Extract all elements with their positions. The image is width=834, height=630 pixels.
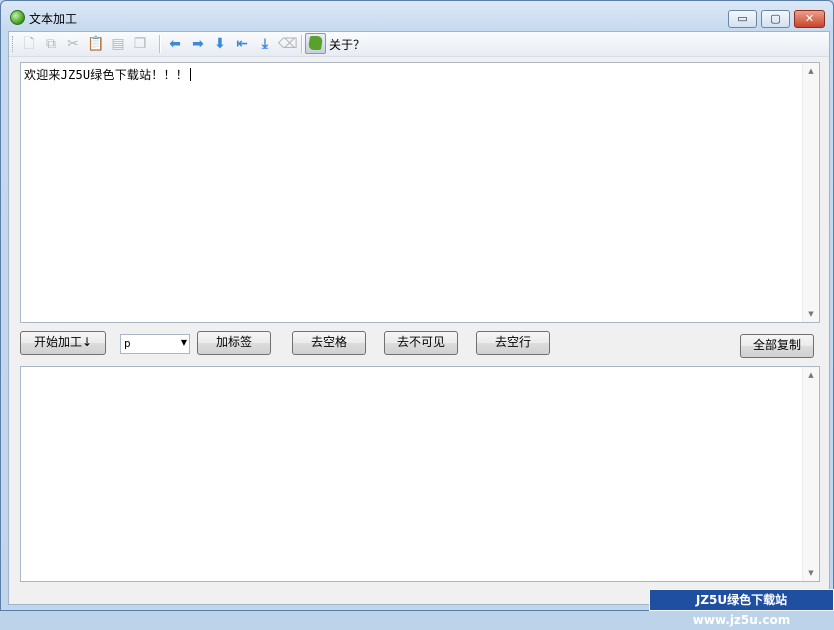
output-textarea[interactable]: ▲ ▼: [20, 366, 820, 582]
minimize-button[interactable]: ▭: [728, 10, 757, 28]
about-label: 关于？: [329, 38, 366, 52]
title-bar[interactable]: 文本加工 ▭ ▢ ✕: [1, 1, 833, 31]
start-processing-button[interactable]: 开始加工↓: [20, 331, 106, 355]
input-scrollbar[interactable]: ▲ ▼: [802, 63, 819, 322]
output-scrollbar[interactable]: ▲ ▼: [802, 367, 819, 581]
note-icon[interactable]: ▤: [109, 35, 127, 53]
input-text-line: 欢迎来JZ5U绿色下载站！！！: [24, 66, 191, 83]
arrow-down-icon[interactable]: ⬇: [211, 35, 229, 53]
remove-spaces-button[interactable]: 去空格: [292, 331, 366, 355]
copy-all-button[interactable]: 全部复制: [740, 334, 814, 358]
paste-icon[interactable]: 📋: [87, 35, 105, 53]
toolbar-separator: [301, 35, 303, 53]
scroll-down-icon[interactable]: ▼: [803, 569, 819, 577]
app-window: 文本加工 ▭ ▢ ✕ 🗋 ⧉ ✂ 📋 ▤ ❐ ⬅ ➡ ⬇ ⇤ ⤓ ⌫ 关于？ 欢迎来JZ5U绿色下载站…: [0, 0, 834, 611]
input-text: 欢迎来JZ5U绿色下载站！！！: [24, 68, 188, 82]
remove-invisible-button[interactable]: 去不可见: [384, 331, 458, 355]
window-title: 文本加工: [29, 12, 78, 26]
toolbar-grip[interactable]: [12, 36, 16, 52]
close-button[interactable]: ✕: [794, 10, 825, 28]
app-icon: [10, 10, 25, 25]
watermark-logo: JZ5U绿色下载站www.jz5u.com: [649, 589, 834, 627]
tag-select[interactable]: p ▼: [120, 334, 190, 354]
arrow-left-icon[interactable]: ⬅: [166, 35, 184, 53]
about-button[interactable]: 关于？: [305, 33, 367, 54]
cut-icon[interactable]: ✂: [64, 35, 82, 53]
client-area: 🗋 ⧉ ✂ 📋 ▤ ❐ ⬅ ➡ ⬇ ⇤ ⤓ ⌫ 关于？ 欢迎来JZ5U绿色下载站！！！ ▲ ▼ 开始加…: [8, 31, 830, 605]
add-tag-button[interactable]: 加标签: [197, 331, 271, 355]
download-icon[interactable]: ⤓: [256, 35, 274, 53]
input-textarea[interactable]: 欢迎来JZ5U绿色下载站！！！ ▲ ▼: [20, 62, 820, 323]
scroll-up-icon[interactable]: ▲: [803, 371, 819, 379]
toolbar: 🗋 ⧉ ✂ 📋 ▤ ❐ ⬅ ➡ ⬇ ⇤ ⤓ ⌫ 关于？: [9, 32, 829, 57]
copy-icon[interactable]: ⧉: [42, 35, 60, 53]
new-icon[interactable]: 🗋: [20, 35, 38, 53]
scroll-up-icon[interactable]: ▲: [803, 67, 819, 75]
arrow-right-icon[interactable]: ➡: [189, 35, 207, 53]
text-caret: [189, 68, 191, 81]
arrow-first-icon[interactable]: ⇤: [233, 35, 251, 53]
scroll-down-icon[interactable]: ▼: [803, 310, 819, 318]
dropdown-arrow-icon[interactable]: ▼: [181, 338, 187, 347]
clear-icon[interactable]: ⌫: [278, 35, 298, 53]
maximize-button[interactable]: ▢: [761, 10, 790, 28]
duplicate-icon[interactable]: ❐: [131, 35, 149, 53]
about-icon: [305, 33, 326, 54]
remove-blank-lines-button[interactable]: 去空行: [476, 331, 550, 355]
toolbar-separator: [159, 35, 161, 53]
tag-select-value: p: [124, 337, 131, 350]
